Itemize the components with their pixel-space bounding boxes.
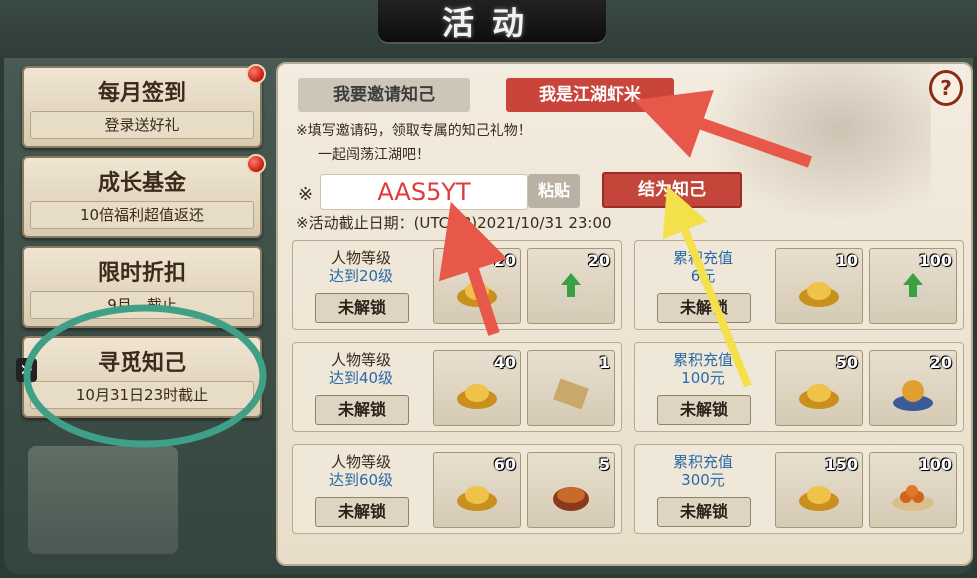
books-decoration-icon [28,446,178,554]
reward-target: 达到60级 [328,471,394,489]
item-count: 60 [493,455,516,474]
sidebar-item-title: 限时折扣 [97,260,186,286]
food-plate-icon [890,475,936,515]
sidebar-item-find-friend[interactable]: 寻觅知己 10月31日23时截止 » [16,336,262,418]
reward-item[interactable]: 20 [869,350,957,426]
gold-ingot-icon [796,373,842,413]
reward-item[interactable]: 100 [869,452,957,528]
item-count: 100 [918,251,952,270]
main-panel: 我要邀请知己 我是江湖虾米 ? ※填写邀请码，领取专属的知己礼物！ 一起闯荡江湖… [276,62,973,566]
reward-item[interactable]: 5 [527,452,615,528]
gold-ingot-icon [796,475,842,515]
locked-button[interactable]: 未解锁 [315,395,409,425]
item-count: 5 [598,455,610,474]
tab-invite-friend[interactable]: 我要邀请知己 [298,78,470,112]
sidebar-item-subtitle: 登录送好礼 [30,111,254,139]
locked-button[interactable]: 未解锁 [315,497,409,527]
reward-row: 累积充值 6元 未解锁 10 100 [634,240,964,330]
reward-item[interactable]: 10 [775,248,863,324]
item-count: 10 [835,251,858,270]
item-count: 150 [824,455,858,474]
reward-row: 人物等级 达到40级 未解锁 40 1 [292,342,622,432]
scroll-icon [548,373,594,413]
required-mark: ※ [298,184,314,205]
page-title: 活动 [441,4,542,42]
reward-item[interactable]: 20 [527,248,615,324]
invite-code-input[interactable]: AAS5YT [320,174,528,210]
upgrade-bag-icon [890,271,936,311]
reward-item[interactable]: 60 [433,452,521,528]
sidebar-item-title: 每月签到 [97,80,186,106]
notification-dot-icon [246,64,266,84]
notification-dot-icon [246,154,266,174]
tab-newbie[interactable]: 我是江湖虾米 [506,78,674,112]
reward-target: 6元 [690,267,716,285]
gold-ingot-icon [454,475,500,515]
item-count: 40 [493,353,516,372]
locked-button[interactable]: 未解锁 [315,293,409,323]
paste-button[interactable]: 粘贴 [528,174,580,208]
top-bar: 活动 [0,0,977,58]
selected-indicator-icon: » [16,358,38,382]
gold-ingot-icon [454,373,500,413]
gold-ingot-icon [454,271,500,311]
reward-target: 300元 [681,471,725,489]
reward-target: 100元 [681,369,725,387]
orb-icon [890,373,936,413]
reward-target: 达到40级 [328,369,394,387]
title-plate: 活动 [378,0,606,42]
help-button[interactable]: ? [929,70,963,106]
item-count: 20 [493,251,516,270]
sidebar-item-title: 成长基金 [97,170,186,196]
locked-button[interactable]: 未解锁 [657,395,751,425]
sidebar-item-title: 寻觅知己 [97,350,186,376]
gold-ingot-icon [796,271,842,311]
item-count: 100 [918,455,952,474]
reward-row: 累积充值 300元 未解锁 150 100 [634,444,964,534]
reward-row: 人物等级 达到20级 未解锁 20 20 [292,240,622,330]
instruction-text: 一起闯荡江湖吧！ [318,147,430,163]
sidebar-item-limited-discount[interactable]: 限时折扣 9月…截止 [22,246,262,328]
reward-item[interactable]: 20 [433,248,521,324]
cake-box-icon [548,475,594,515]
sidebar-item-subtitle: 10倍福利超值返还 [30,201,254,229]
reward-item[interactable]: 100 [869,248,957,324]
reward-row: 人物等级 达到60级 未解锁 60 5 [292,444,622,534]
reward-item[interactable]: 40 [433,350,521,426]
reward-item[interactable]: 1 [527,350,615,426]
locked-button[interactable]: 未解锁 [657,497,751,527]
item-count: 20 [929,353,952,372]
reward-item[interactable]: 150 [775,452,863,528]
sidebar-item-subtitle: 9月…截止 [30,291,254,319]
sidebar: 每月签到 登录送好礼 成长基金 10倍福利超值返还 限时折扣 9月…截止 寻觅知… [14,62,272,562]
locked-button[interactable]: 未解锁 [657,293,751,323]
item-count: 50 [835,353,858,372]
become-friends-button[interactable]: 结为知己 [602,172,742,208]
deadline-text: ※活动截止日期：(UTC+8)2021/10/31 23:00 [296,214,612,232]
upgrade-bag-icon [548,271,594,311]
reward-row: 累积充值 100元 未解锁 50 20 [634,342,964,432]
instruction-text: ※填写邀请码，领取专属的知己礼物！ [296,123,532,139]
sidebar-item-subtitle: 10月31日23时截止 [30,381,254,409]
reward-target: 达到20级 [328,267,394,285]
reward-item[interactable]: 50 [775,350,863,426]
sidebar-item-monthly-checkin[interactable]: 每月签到 登录送好礼 [22,64,266,148]
sidebar-item-growth-fund[interactable]: 成长基金 10倍福利超值返还 [22,154,266,238]
item-count: 20 [587,251,610,270]
item-count: 1 [598,353,610,372]
